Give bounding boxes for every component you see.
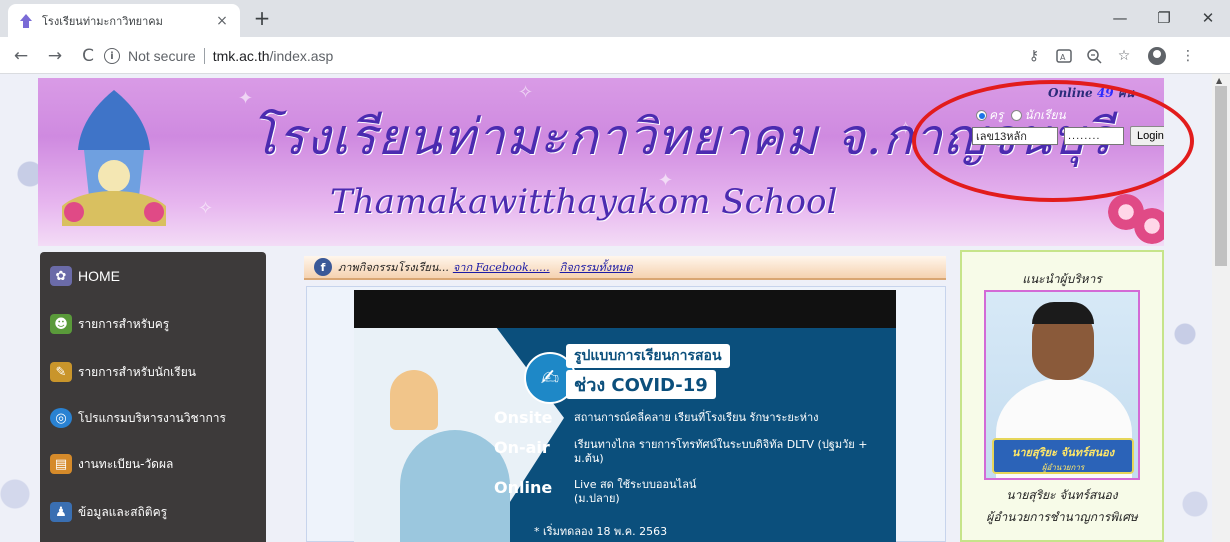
tab-title: โรงเรียนท่ามะกาวิทยาคม [42,14,163,28]
admin-role: ผู้อำนวยการชำนาญการพิเศษ [986,510,1138,524]
browser-tab-strip: โรงเรียนท่ามะกาวิทยาคม × + — ❐ ✕ [0,0,1230,37]
covid-announcement-image[interactable]: ✍ รูปแบบการเรียนการสอน ช่วง COVID-19 Ons… [354,290,896,542]
plate-name: นายสุริยะ จันทร์สนอง [1011,446,1115,459]
menu-item-label: รายการสำหรับนักเรียน [78,364,196,379]
menu-item-students[interactable]: ✎ รายการสำหรับนักเรียน [50,352,196,392]
admin-panel: แนะนำผู้บริหาร นายสุริยะ จันทร์สนอง ผู้อ… [960,250,1164,542]
news-text: ภาพกิจกรรมโรงเรียน... [338,261,449,274]
sparkle-icon: ✧ [198,198,214,219]
school-favicon-icon [20,13,32,28]
register-icon: ▤ [50,454,72,474]
covid-row-value: สถานการณ์คลี่คลาย เรียนที่โรงเรียน รักษา… [574,411,819,424]
covid-row-key: Online [494,478,553,497]
info-icon[interactable]: i [104,48,120,64]
address-bar[interactable]: i Not secure tmk.ac.th /index.asp [104,42,1104,70]
page-scrollbar[interactable]: ▲ [1212,74,1230,542]
home-icon: ✿ [50,266,72,286]
security-label: Not secure [128,48,196,64]
covid-headline: รูปแบบการเรียนการสอน [566,344,730,368]
star-icon[interactable]: ☆ [1114,46,1134,66]
menu-icon[interactable]: ⋮ [1178,46,1198,66]
flower-icon [1134,208,1164,244]
scroll-up-icon[interactable]: ▲ [1216,76,1222,85]
image-top-bar [354,290,896,328]
menu-item-label: โปรแกรมบริหารงานวิชาการ [78,410,226,425]
menu-item-registration[interactable]: ▤ งานทะเบียน-วัดผล [50,444,173,484]
admin-name: นายสุริยะ จันทร์สนอง [1006,488,1118,502]
forward-button[interactable]: → [44,45,66,67]
new-tab-button[interactable]: + [250,6,274,30]
profile-icon[interactable] [1147,46,1167,66]
globe-icon: ◎ [50,408,72,428]
covid-row-key: Onsite [494,408,553,427]
browser-toolbar: ← → C i Not secure tmk.ac.th /index.asp … [0,37,1230,74]
omnibox-separator [203,48,205,64]
banner-subtitle: Thamakawitthayakom School [330,182,838,222]
svg-text:A: A [1060,53,1066,62]
translate-icon[interactable]: A [1054,46,1074,66]
covid-row-key: On-air [494,438,550,457]
student-icon: ✎ [50,362,72,382]
back-button[interactable]: ← [10,45,32,67]
admin-photo[interactable]: นายสุริยะ จันทร์สนอง ผู้อำนวยการ [984,290,1140,480]
covid-row: On-air เรียนทางไกล รายการโทรทัศน์ในระบบด… [494,438,874,466]
tab-close-icon[interactable]: × [214,13,230,29]
close-window-button[interactable]: ✕ [1186,4,1230,32]
facebook-icon: f [314,258,332,276]
menu-item-teacher-stats[interactable]: ♟ ข้อมูลและสถิติครู [50,492,167,532]
teacher-stats-icon: ♟ [50,502,72,522]
facebook-link[interactable]: จาก Facebook...... [453,258,550,276]
page-viewport: ✦ ✧ ✦ ✧ ✧ โรงเรียนท่ามะกาวิทยาคม จ.กาญจน… [0,74,1212,542]
url-host: tmk.ac.th [212,48,270,64]
covid-row: Online Live สด ใช้ระบบออนไลน์ (ม.ปลาย) [494,478,734,506]
all-activities-link[interactable]: กิจกรรมทั้งหมด [560,258,633,276]
name-plate: นายสุริยะ จันทร์สนอง ผู้อำนวยการ [992,438,1134,474]
menu-item-home[interactable]: ✿ HOME [50,256,120,296]
menu-item-label: รายการสำหรับครู [78,316,170,331]
menu-item-label: ข้อมูลและสถิติครู [78,504,168,519]
menu-item-teachers[interactable]: ☻ รายการสำหรับครู [50,304,169,344]
covid-row-value: Live สด ใช้ระบบออนไลน์ (ม.ปลาย) [574,478,697,505]
minimize-button[interactable]: — [1098,4,1142,32]
browser-tab[interactable]: โรงเรียนท่ามะกาวิทยาคม × [8,4,240,37]
menu-item-academic[interactable]: ◎ โปรแกรมบริหารงานวิชาการ [50,398,226,438]
covid-note: * เริ่มทดลอง 18 พ.ค. 2563 [534,525,668,538]
left-menu: ✿ HOME ☻ รายการสำหรับครู ✎ รายการสำหรับน… [40,252,266,542]
menu-item-label: HOME [78,268,120,284]
person-illustration [390,370,438,430]
highlight-ellipse [912,80,1194,202]
zoom-icon[interactable] [1084,46,1104,66]
menu-item-label: งานทะเบียน-วัดผล [78,456,174,471]
reload-button[interactable]: C [77,45,99,67]
hair-illustration [1032,302,1094,324]
key-icon[interactable]: ⚷ [1024,46,1044,66]
scroll-thumb[interactable] [1215,86,1227,266]
covid-subheadline: ช่วง COVID-19 [566,370,716,399]
activity-news-bar: f ภาพกิจกรรมโรงเรียน... จาก Facebook....… [304,256,946,280]
plate-role: ผู้อำนวยการ [1041,463,1085,472]
covid-row-value: เรียนทางไกล รายการโทรทัศน์ในระบบดิจิทัล … [574,438,868,465]
covid-row: Onsite สถานการณ์คลี่คลาย เรียนที่โรงเรีย… [494,408,819,427]
url-path: /index.asp [269,48,334,64]
people-icon: ☻ [50,314,72,334]
restore-button[interactable]: ❐ [1142,4,1186,32]
admin-panel-title: แนะนำผู้บริหาร [1022,272,1102,286]
school-crest-icon [62,90,166,226]
